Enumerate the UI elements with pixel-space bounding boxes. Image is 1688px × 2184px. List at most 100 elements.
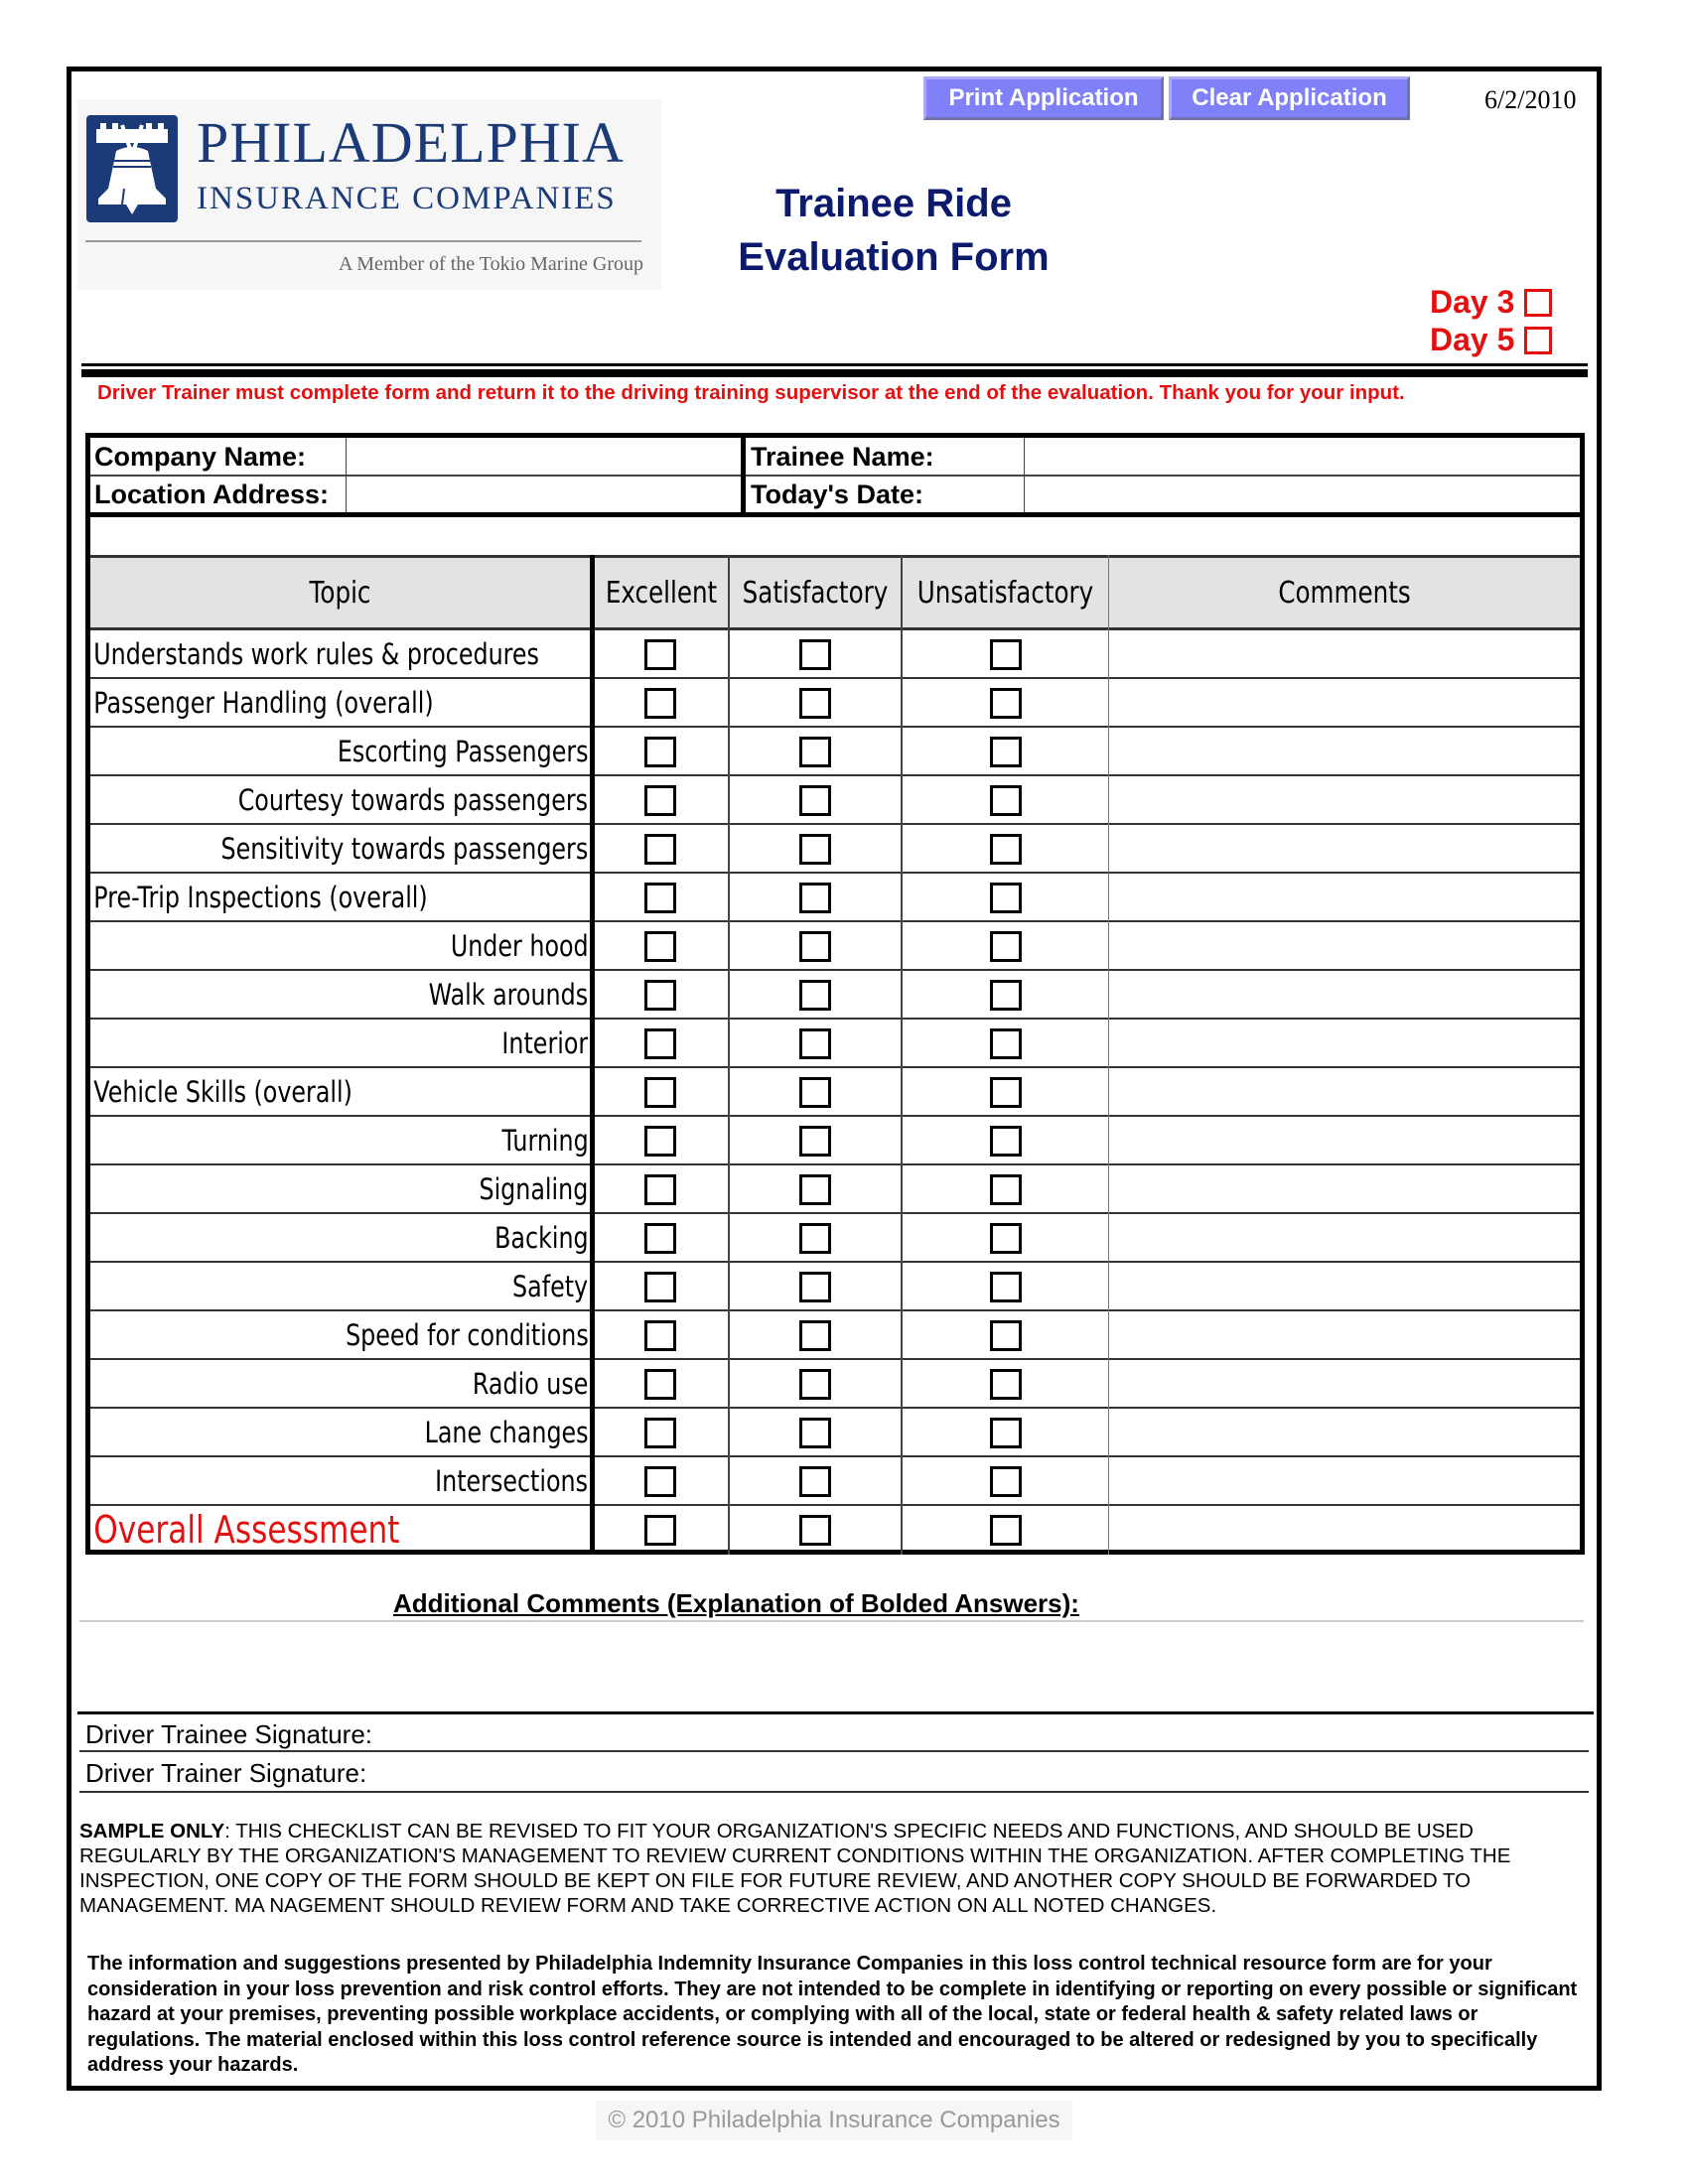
table-row: Pre-Trip Inspections (overall) [90,874,1580,922]
todays-date-field[interactable] [1027,476,1580,513]
unsatisfactory-checkbox[interactable] [990,1466,1022,1497]
satisfactory-checkbox[interactable] [799,1174,831,1205]
satisfactory-checkbox[interactable] [799,1418,831,1448]
satisfactory-checkbox[interactable] [799,737,831,767]
comments-field[interactable] [1110,922,1580,969]
satisfactory-checkbox[interactable] [799,980,831,1011]
comments-field[interactable] [1110,1214,1580,1261]
comments-field[interactable] [1110,1117,1580,1163]
unsatisfactory-checkbox[interactable] [990,1223,1022,1254]
excellent-checkbox[interactable] [644,1174,676,1205]
satisfactory-checkbox[interactable] [799,639,831,670]
excellent-checkbox[interactable] [644,1272,676,1302]
day3-checkbox[interactable] [1524,288,1553,317]
satisfactory-checkbox[interactable] [799,834,831,865]
day5-checkbox[interactable] [1524,326,1553,354]
comments-field[interactable] [1110,1165,1580,1212]
excellent-checkbox[interactable] [644,688,676,719]
unsatisfactory-checkbox[interactable] [990,1515,1022,1546]
location-address-field[interactable] [348,476,741,513]
topic-column-divider [590,555,595,1555]
unsatisfactory-checkbox[interactable] [990,1174,1022,1205]
unsatisfactory-checkbox[interactable] [990,1028,1022,1059]
unsatisfactory-checkbox[interactable] [990,980,1022,1011]
comments-field[interactable] [1110,1409,1580,1455]
trainee-name-field[interactable] [1027,438,1580,476]
day3-option[interactable]: Day 3 [1430,284,1553,321]
excellent-checkbox[interactable] [644,639,676,670]
unsatisfactory-checkbox[interactable] [990,737,1022,767]
comments-field[interactable] [1110,1311,1580,1358]
satisfactory-checkbox[interactable] [799,1369,831,1400]
excellent-checkbox[interactable] [644,737,676,767]
satisfactory-checkbox[interactable] [799,1272,831,1302]
unsatisfactory-checkbox[interactable] [990,1369,1022,1400]
comments-field[interactable] [1110,1506,1580,1553]
satisfactory-checkbox[interactable] [799,931,831,962]
additional-comments-field[interactable] [79,1624,1584,1709]
excellent-checkbox[interactable] [644,1077,676,1108]
comments-field[interactable] [1110,1360,1580,1407]
excellent-checkbox[interactable] [644,1515,676,1546]
satisfactory-checkbox[interactable] [799,1320,831,1351]
topic-label: Turning [501,1123,589,1158]
unsatisfactory-checkbox[interactable] [990,1272,1022,1302]
satisfactory-checkbox[interactable] [799,1028,831,1059]
table-row: Walk arounds [90,971,1580,1020]
trainer-signature-field[interactable] [397,1754,1584,1790]
unsatisfactory-checkbox[interactable] [990,688,1022,719]
excellent-checkbox[interactable] [644,931,676,962]
satisfactory-checkbox[interactable] [799,785,831,816]
satisfactory-checkbox[interactable] [799,1077,831,1108]
satisfactory-checkbox[interactable] [799,883,831,913]
comments-field[interactable] [1110,1068,1580,1115]
header-divider-thin [81,363,1588,366]
excellent-checkbox[interactable] [644,1466,676,1497]
unsatisfactory-checkbox[interactable] [990,1320,1022,1351]
comments-field[interactable] [1110,971,1580,1018]
unsatisfactory-checkbox[interactable] [990,834,1022,865]
print-application-button[interactable]: Print Application [923,76,1164,120]
excellent-checkbox[interactable] [644,883,676,913]
topic-cell: Radio use [90,1360,590,1407]
unsatisfactory-checkbox[interactable] [990,1418,1022,1448]
clear-application-button[interactable]: Clear Application [1169,76,1410,120]
info-col-divider-thick [741,438,746,512]
satisfactory-checkbox[interactable] [799,1466,831,1497]
excellent-checkbox[interactable] [644,1320,676,1351]
excellent-checkbox[interactable] [644,1126,676,1157]
table-row: Signaling [90,1165,1580,1214]
excellent-checkbox[interactable] [644,980,676,1011]
unsatisfactory-checkbox[interactable] [990,785,1022,816]
additional-comments-heading: Additional Comments (Explanation of Bold… [393,1588,1079,1618]
unsatisfactory-checkbox[interactable] [990,639,1022,670]
comments-field[interactable] [1110,776,1580,823]
satisfactory-checkbox[interactable] [799,1126,831,1157]
day5-option[interactable]: Day 5 [1430,322,1553,358]
excellent-checkbox[interactable] [644,785,676,816]
comments-field[interactable] [1110,1457,1580,1504]
satisfactory-checkbox[interactable] [799,1223,831,1254]
comments-field[interactable] [1110,825,1580,872]
excellent-checkbox[interactable] [644,1028,676,1059]
comments-field[interactable] [1110,1263,1580,1309]
unsatisfactory-checkbox[interactable] [990,1077,1022,1108]
trainee-signature-field[interactable] [397,1715,1584,1749]
signature-bottom-rule [79,1791,1589,1793]
unsatisfactory-checkbox[interactable] [990,1126,1022,1157]
excellent-checkbox[interactable] [644,1223,676,1254]
excellent-checkbox[interactable] [644,1418,676,1448]
satisfactory-checkbox[interactable] [799,688,831,719]
company-name-field[interactable] [348,438,741,476]
comments-field[interactable] [1110,874,1580,920]
excellent-checkbox[interactable] [644,1369,676,1400]
satisfactory-checkbox[interactable] [799,1515,831,1546]
topic-label: Sensitivity towards passengers [220,831,589,866]
excellent-checkbox[interactable] [644,834,676,865]
comments-field[interactable] [1110,630,1580,677]
unsatisfactory-checkbox[interactable] [990,931,1022,962]
comments-field[interactable] [1110,1020,1580,1066]
comments-field[interactable] [1110,728,1580,774]
unsatisfactory-checkbox[interactable] [990,883,1022,913]
comments-field[interactable] [1110,679,1580,726]
